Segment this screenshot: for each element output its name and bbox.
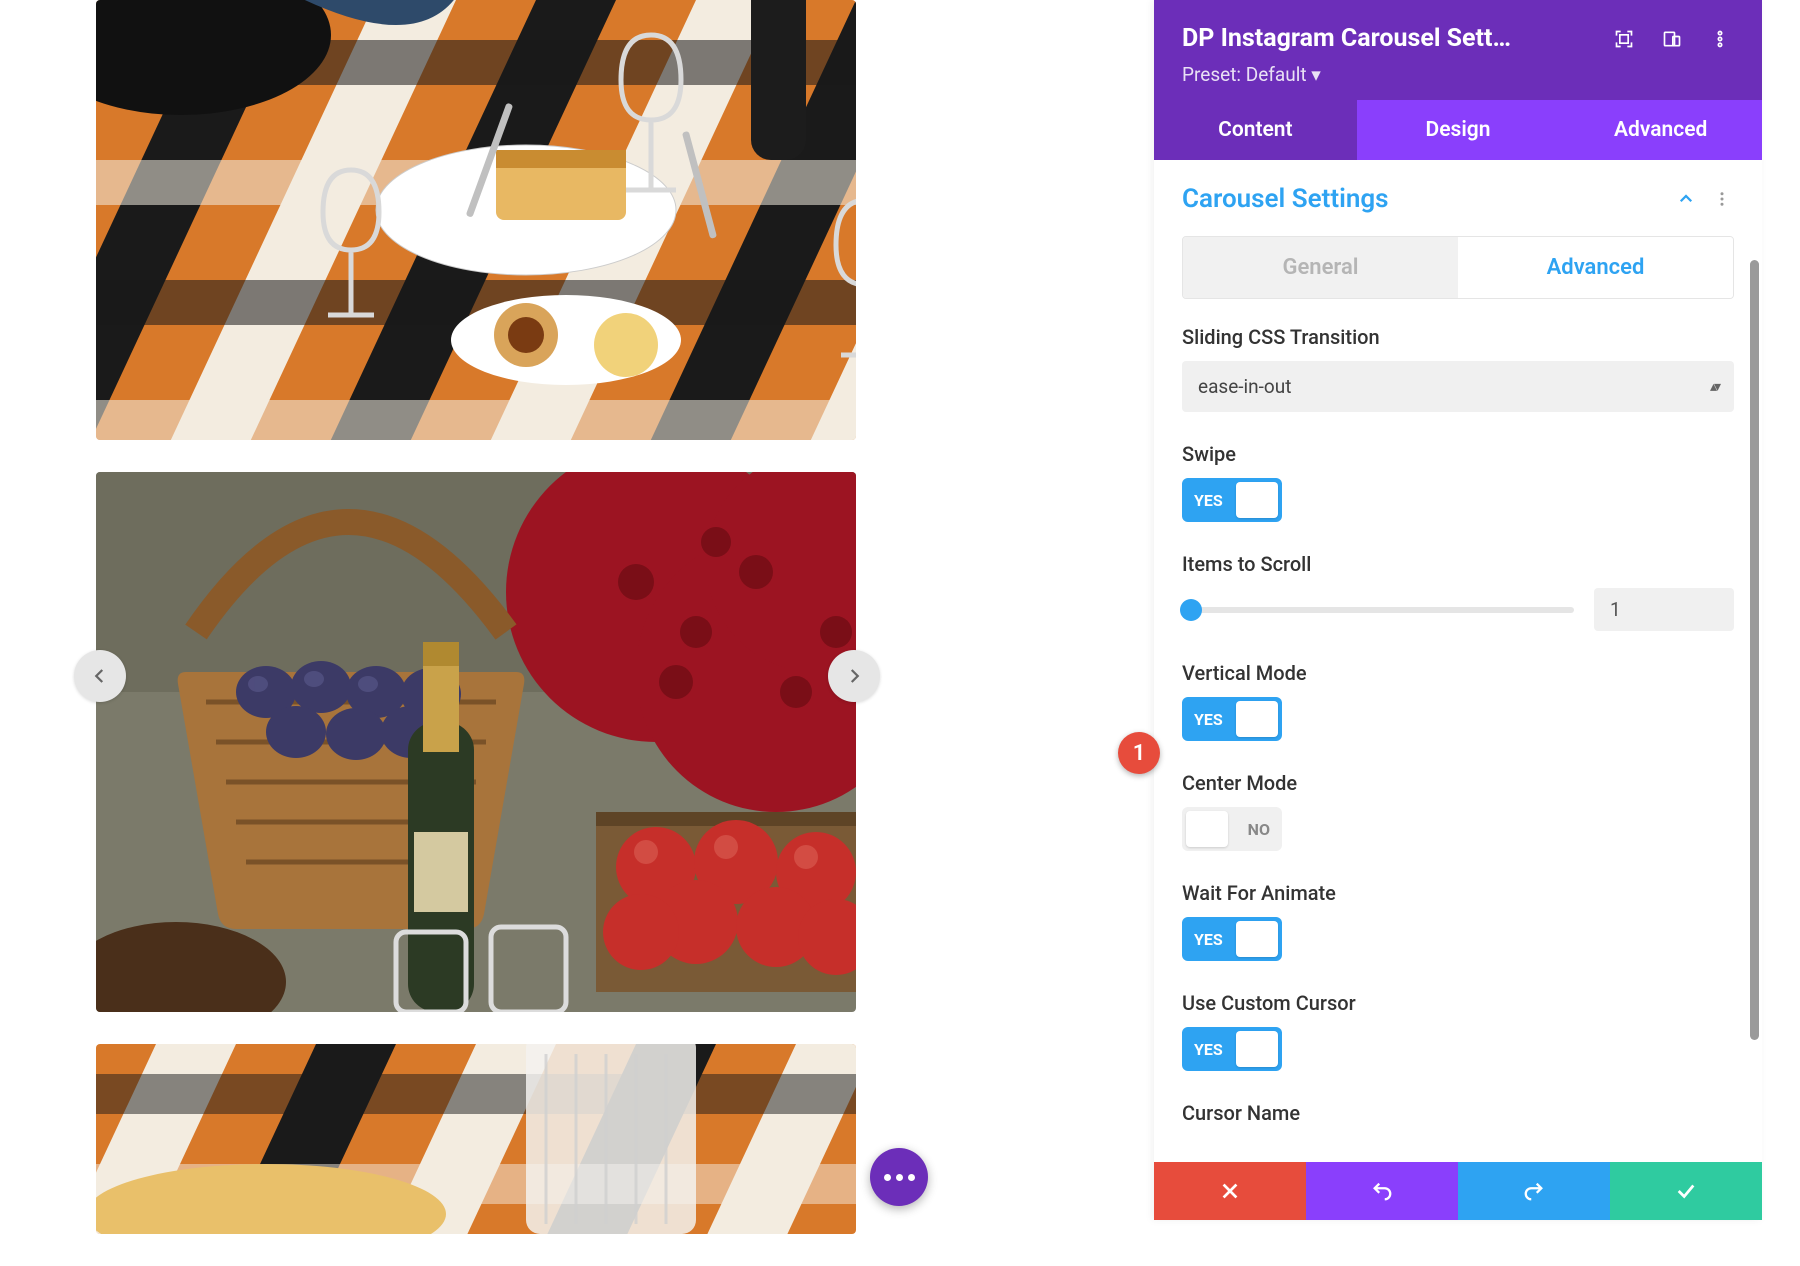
use-custom-cursor-label: Use Custom Cursor [1182, 991, 1734, 1015]
items-to-scroll-label: Items to Scroll [1182, 552, 1734, 576]
settings-panel: DP Instagram Carousel Sett… Preset: Defa… [1154, 0, 1762, 1220]
check-icon [1675, 1180, 1697, 1202]
sub-tab-general[interactable]: General [1183, 237, 1458, 298]
section-title[interactable]: Carousel Settings [1182, 184, 1662, 214]
cursor-name-label: Cursor Name [1182, 1101, 1734, 1125]
more-vert-icon[interactable] [1706, 25, 1734, 53]
select-caret-icon: ▴▾ [1710, 379, 1718, 395]
expand-icon[interactable] [1610, 25, 1638, 53]
editor-canvas [0, 0, 1140, 1220]
swipe-label: Swipe [1182, 442, 1734, 466]
vertical-mode-toggle[interactable]: YES [1182, 697, 1282, 741]
preset-selector[interactable]: Preset: Default ▾ [1182, 63, 1734, 86]
tab-advanced[interactable]: Advanced [1559, 100, 1762, 160]
close-icon [1219, 1180, 1241, 1202]
redo-button[interactable] [1458, 1162, 1610, 1220]
dot-icon [896, 1174, 903, 1181]
items-slider[interactable] [1182, 607, 1574, 613]
wait-for-animate-toggle[interactable]: YES [1182, 917, 1282, 961]
more-vert-icon[interactable] [1710, 187, 1734, 211]
use-custom-cursor-toggle[interactable]: YES [1182, 1027, 1282, 1071]
slider-thumb[interactable] [1180, 599, 1202, 621]
center-mode-label: Center Mode [1182, 771, 1734, 795]
chevron-up-icon[interactable] [1674, 187, 1698, 211]
carousel-slide-1[interactable] [96, 0, 856, 440]
save-button[interactable] [1610, 1162, 1762, 1220]
redo-icon [1523, 1180, 1545, 1202]
transition-select[interactable]: ease-in-out ▴▾ [1182, 361, 1734, 412]
carousel-next-button[interactable] [828, 650, 880, 702]
carousel-prev-button[interactable] [74, 650, 126, 702]
undo-icon [1371, 1180, 1393, 1202]
panel-tabs: Content Design Advanced [1154, 100, 1762, 160]
transition-label: Sliding CSS Transition [1182, 325, 1734, 349]
swipe-toggle[interactable]: YES [1182, 478, 1282, 522]
instagram-carousel [96, 0, 856, 1266]
sub-tab-advanced[interactable]: Advanced [1458, 237, 1733, 298]
vertical-mode-label: Vertical Mode [1182, 661, 1734, 685]
carousel-slide-3[interactable] [96, 1044, 856, 1234]
dot-icon [908, 1174, 915, 1181]
panel-footer [1154, 1162, 1762, 1220]
wait-for-animate-label: Wait For Animate [1182, 881, 1734, 905]
section-sub-tabs: General Advanced [1182, 236, 1734, 299]
center-mode-toggle[interactable]: NO [1182, 807, 1282, 851]
annotation-badge-1: 1 [1118, 732, 1160, 774]
carousel-slide-2[interactable] [96, 472, 856, 1012]
tab-content[interactable]: Content [1154, 100, 1357, 160]
dot-icon [884, 1174, 891, 1181]
items-value-input[interactable]: 1 [1594, 588, 1734, 631]
panel-body: Carousel Settings General Advanced Slidi… [1154, 160, 1762, 1162]
panel-header: DP Instagram Carousel Sett… Preset: Defa… [1154, 0, 1762, 100]
responsive-icon[interactable] [1658, 25, 1686, 53]
more-options-fab[interactable] [870, 1148, 928, 1206]
scrollbar[interactable] [1750, 260, 1759, 1040]
tab-design[interactable]: Design [1357, 100, 1560, 160]
chevron-right-icon [845, 667, 863, 685]
close-button[interactable] [1154, 1162, 1306, 1220]
undo-button[interactable] [1306, 1162, 1458, 1220]
chevron-left-icon [91, 667, 109, 685]
panel-title: DP Instagram Carousel Sett… [1182, 24, 1590, 53]
